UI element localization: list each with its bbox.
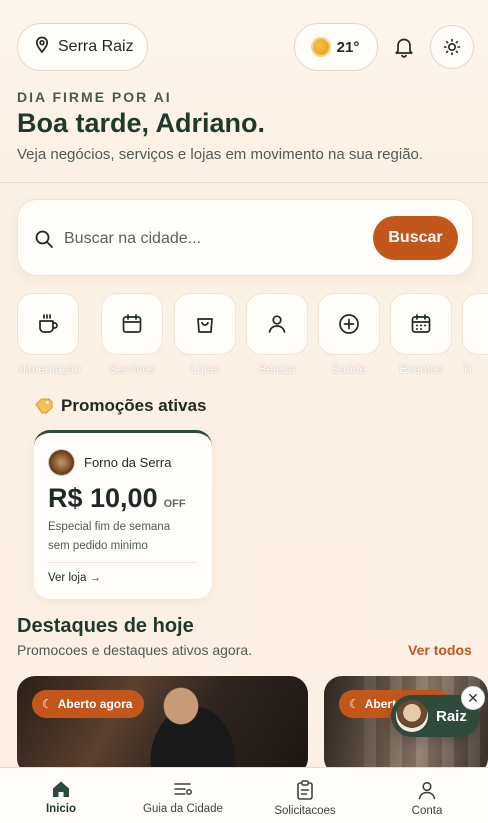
category-label: Lojas	[190, 362, 220, 376]
category-tile[interactable]	[101, 293, 163, 355]
badge-label: Aberto agora	[57, 697, 133, 711]
see-all-link[interactable]: Ver todos	[408, 642, 472, 658]
category-label: Serviços	[108, 362, 155, 376]
notifications-button[interactable]	[386, 31, 422, 63]
nav-label: Conta	[411, 805, 443, 817]
promo-divider	[48, 562, 198, 563]
category-tile[interactable]	[318, 293, 380, 355]
promo-price: R$ 10,00	[48, 483, 158, 513]
price-tag-icon	[35, 398, 53, 414]
category-tile[interactable]	[246, 293, 308, 355]
person-icon	[268, 315, 286, 333]
promo-off-label: OFF	[163, 498, 186, 510]
promo-price-row: R$ 10,00 OFF	[48, 483, 186, 514]
nav-item-solicitacoes[interactable]: Solicitacoes	[244, 768, 366, 823]
search-button[interactable]: Buscar	[373, 216, 458, 260]
calendar-grid-icon	[411, 314, 431, 333]
category-label: Eventos	[399, 362, 443, 376]
assistant-label: Raiz	[436, 707, 467, 725]
view-store-link[interactable]: Ver loja →	[48, 572, 101, 584]
highlights-subtitle: Promocoes e destaques ativos agora.	[17, 642, 253, 658]
category-beauty[interactable]: Beleza	[246, 293, 308, 376]
category-health[interactable]: Saúde	[318, 293, 380, 376]
location-selector[interactable]: Serra Raiz	[17, 23, 148, 71]
category-stores[interactable]: Lojas	[174, 293, 236, 376]
moon-icon: ☾	[349, 697, 360, 711]
search-input[interactable]	[64, 224, 364, 254]
theme-toggle-button[interactable]	[430, 25, 474, 69]
user-icon	[418, 781, 436, 800]
category-label: Saúde	[331, 362, 367, 376]
store-name: Forno da Serra	[84, 455, 172, 470]
nav-item-conta[interactable]: Conta	[366, 768, 488, 823]
promos-title: Promoções ativas	[61, 396, 207, 415]
highlights-title: Destaques de hoje	[17, 615, 194, 637]
nav-label: Guia da Cidade	[143, 803, 223, 815]
greeting-title: Boa tarde, Adriano.	[17, 108, 266, 138]
plus-circle-icon	[339, 314, 359, 334]
bell-icon	[395, 38, 413, 58]
location-pin-icon	[34, 36, 50, 59]
store-logo	[48, 449, 75, 476]
category-label: Tr	[462, 362, 473, 376]
open-now-badge: ☾ Aberto agora	[32, 690, 145, 718]
search-icon	[35, 230, 53, 248]
promo-description-line-1: Especial fim de semana	[48, 521, 171, 533]
nav-item-guia[interactable]: Guia da Cidade	[122, 768, 244, 823]
calendar-icon	[122, 314, 142, 333]
nav-label: Inicio	[45, 803, 77, 815]
close-icon[interactable]: ✕	[461, 686, 485, 710]
bottom-navigation: Inicio Guia da Cidade Solicitacoes Conta	[0, 767, 488, 823]
nav-item-inicio[interactable]: Inicio	[0, 768, 122, 823]
promos-header: Promoções ativas	[35, 396, 207, 416]
highlight-photo	[127, 676, 247, 776]
promo-store: Forno da Serra	[48, 449, 171, 476]
shopping-bag-icon	[197, 318, 213, 333]
top-header: Serra Raiz 21° DIA FIRME POR AI Boa tard…	[0, 0, 488, 183]
category-tile[interactable]	[174, 293, 236, 355]
promo-card[interactable]: Forno da Serra R$ 10,00 OFF Especial fim…	[34, 430, 212, 599]
assistant-avatar	[396, 700, 428, 732]
clipboard-icon	[297, 780, 313, 800]
eyebrow-text: DIA FIRME POR AI	[17, 89, 172, 105]
location-label: Serra Raiz	[58, 38, 134, 55]
category-events[interactable]: Eventos	[390, 293, 452, 376]
category-tile[interactable]	[462, 293, 488, 355]
sun-icon	[312, 39, 329, 55]
greeting-subtitle: Veja negócios, serviços e lojas em movim…	[17, 146, 424, 163]
weather-widget[interactable]: 21°	[294, 23, 378, 71]
moon-icon: ☾	[42, 697, 53, 711]
highlight-card[interactable]: ☾ Aberto agora	[17, 676, 308, 776]
sun-theme-icon	[443, 38, 461, 56]
nav-label: Solicitacoes	[274, 805, 336, 817]
category-tile[interactable]	[17, 293, 79, 355]
app-root: Serra Raiz 21° DIA FIRME POR AI Boa tard…	[0, 0, 488, 823]
promo-description: Especial fim de semana sem pedido minimo	[48, 518, 198, 556]
category-label: Alimentação	[17, 362, 82, 376]
category-strip[interactable]: Alimentação Serviços Lojas Beleza Saúde	[17, 293, 488, 383]
category-services[interactable]: Serviços	[101, 293, 163, 376]
temperature-value: 21°	[336, 38, 360, 56]
home-icon	[53, 781, 69, 797]
category-tile[interactable]	[390, 293, 452, 355]
guide-list-icon	[174, 783, 192, 795]
category-label: Beleza	[258, 362, 296, 376]
search-card: Buscar	[17, 199, 473, 276]
category-food[interactable]: Alimentação	[17, 293, 81, 376]
coffee-cup-icon	[39, 314, 58, 333]
category-more[interactable]: Tr	[462, 293, 488, 376]
promo-description-line-2: sem pedido minimo	[48, 540, 148, 552]
